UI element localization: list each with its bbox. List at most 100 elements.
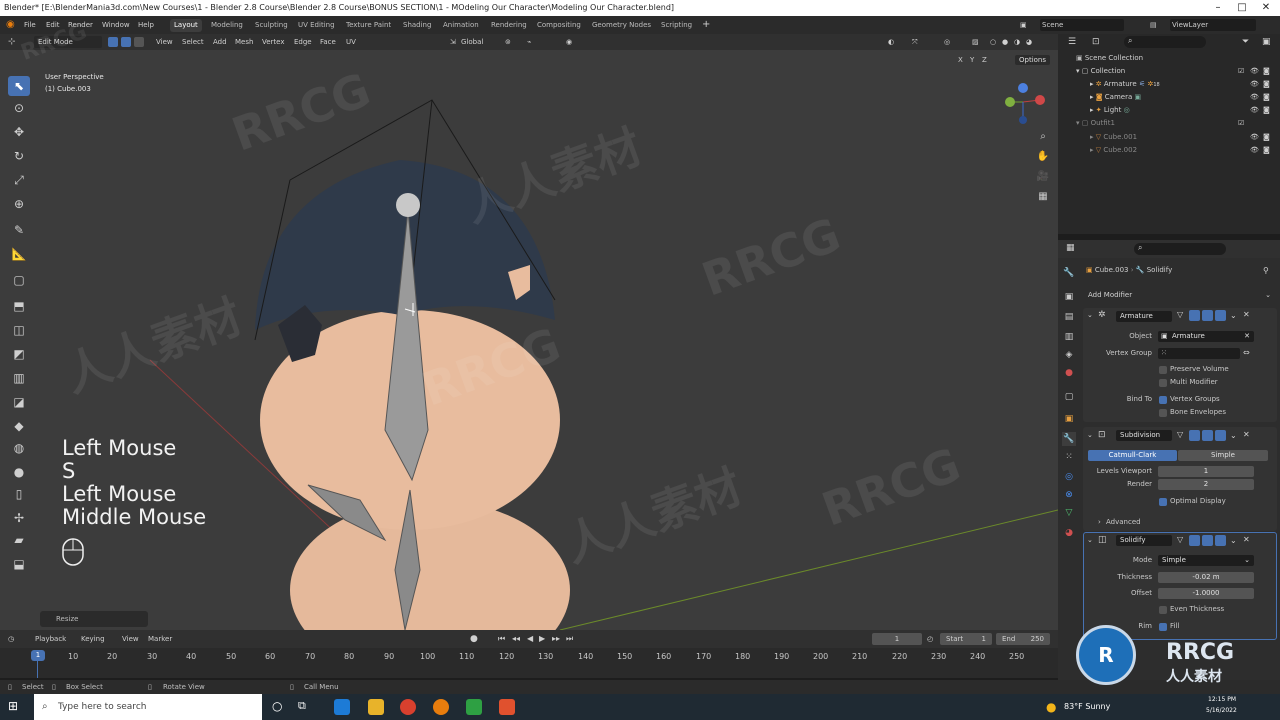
optimal-display-checkbox[interactable] [1159,498,1167,506]
render-tab-icon[interactable]: ▣ [1062,290,1076,304]
navigation-gizmo[interactable] [996,80,1050,126]
timeline-view[interactable]: View [122,630,139,648]
menu-help[interactable]: Help [138,16,154,34]
menu-file[interactable]: File [24,16,36,34]
eye-icon[interactable]: 👁 [1250,144,1259,157]
add-modifier-button[interactable]: Add Modifier ⌄ [1083,288,1277,302]
viewport-icon[interactable] [1202,535,1213,546]
shading-solid-icon[interactable]: ● [1002,34,1008,50]
playhead[interactable]: 1 [31,650,45,661]
menu-mesh[interactable]: Mesh [235,34,253,50]
select-box-tool-icon[interactable]: ⬉ [8,76,30,96]
tab-sculpting[interactable]: Sculpting [251,19,292,32]
dropdown-icon[interactable]: ⌄ [1230,431,1237,440]
invert-icon[interactable]: ⇔ [1243,348,1250,357]
tab-scripting[interactable]: Scripting [657,19,696,32]
smooth-tool-icon[interactable]: ● [8,462,30,482]
mode-select[interactable]: Simple ⌄ [1158,555,1254,566]
modifier-tab-icon[interactable]: 🔧 [1062,432,1076,446]
annotate-tool-icon[interactable]: ✎ [8,220,30,240]
rotate-tool-icon[interactable]: ↻ [8,146,30,166]
tab-shading[interactable]: Shading [399,19,435,32]
xray-icon[interactable]: ▨ [972,34,979,50]
scene-collection-row[interactable]: ▣ Scene Collection [1076,52,1143,65]
solidify-modifier-name[interactable]: Solidify [1116,535,1172,546]
preserve-volume-checkbox[interactable] [1159,366,1167,374]
expand-icon[interactable]: › [1098,518,1101,526]
cursor-tool-icon[interactable]: ⊙ [8,98,30,118]
physics-tab-icon[interactable]: ◎ [1062,470,1076,484]
measure-tool-icon[interactable]: 📐 [8,244,30,264]
perspective-toggle-icon[interactable]: ▦ [1036,190,1050,204]
blender-logo-icon[interactable]: ◉ [6,16,15,34]
transform-tool-icon[interactable]: ⊕ [8,194,30,214]
shading-rendered-icon[interactable]: ◕ [1026,34,1032,50]
new-collection-icon[interactable]: ▣ [1262,37,1271,47]
clock-time[interactable]: 12:15 PM [1208,696,1236,703]
play-icon[interactable]: ▶ [539,630,545,648]
task-view-icon[interactable]: ⧉ [298,699,306,713]
end-frame-field[interactable]: End 250 [996,633,1050,645]
menu-vertex[interactable]: Vertex [262,34,285,50]
add-cube-tool-icon[interactable]: ▢ [8,270,30,290]
material-tab-icon[interactable]: ◕ [1062,526,1076,540]
properties-editor-icon[interactable]: ▦ [1066,243,1075,253]
cortana-icon[interactable]: ○ [272,699,282,713]
thickness-field[interactable]: -0.02 m [1158,572,1254,583]
collapse-icon[interactable]: ⌄ [1087,311,1093,319]
jump-end-icon[interactable]: ⏭ [566,630,573,648]
outliner-item[interactable]: ▸ ✦ Light ◎ [1090,104,1130,117]
poly-build-tool-icon[interactable]: ◆ [8,416,30,436]
windows-start-icon[interactable]: ⊞ [8,699,18,713]
eye-icon[interactable]: 👁 [1250,78,1259,91]
levels-viewport-field[interactable]: 1 [1158,466,1254,477]
dropdown-icon[interactable]: ⌄ [1230,311,1237,320]
move-tool-icon[interactable]: ✥ [8,122,30,142]
subdivision-modifier-name[interactable]: Subdivision [1116,430,1172,441]
render-levels-field[interactable]: 2 [1158,479,1254,490]
pivot-icon[interactable]: ⊚ [505,34,511,50]
edge-browser-icon[interactable] [334,699,350,715]
clear-icon[interactable]: ✕ [1244,331,1250,342]
tab-modeling[interactable]: Modeling [207,19,247,32]
outliner-search-input[interactable]: ⌕ [1124,36,1206,48]
camera-render-icon[interactable]: ◙ [1263,144,1270,157]
visibility-icon[interactable]: ◐ [888,34,894,50]
pan-hand-icon[interactable]: ✋ [1036,150,1050,164]
tab-animation[interactable]: Animation [439,19,483,32]
editor-type-icon[interactable]: ⊹ [8,34,16,50]
inset-tool-icon[interactable]: ◫ [8,320,30,340]
eye-icon[interactable]: 👁 [1250,131,1259,144]
menu-edge[interactable]: Edge [294,34,312,50]
render-icon[interactable] [1215,535,1226,546]
editmode-icon[interactable]: ▽ [1177,535,1183,544]
timeline-playback[interactable]: Playback [35,630,66,648]
world-tab-icon[interactable]: ● [1062,366,1076,380]
gizmo-icon[interactable]: ⤧ [912,34,918,50]
cage-icon[interactable] [1189,310,1200,321]
outliner-item[interactable]: ▸ ▽ Cube.002 [1090,144,1137,157]
spin-tool-icon[interactable]: ◍ [8,438,30,458]
scene-tab-icon[interactable]: ◈ [1062,348,1076,362]
options-button[interactable]: Options [1015,55,1051,65]
face-select-icon[interactable] [134,37,144,47]
rim-fill-checkbox[interactable] [1159,623,1167,631]
close-icon[interactable]: ✕ [1243,310,1250,319]
taskbar-search[interactable]: ⌕ Type here to search [34,694,262,720]
particles-tab-icon[interactable]: ⁙ [1062,450,1076,464]
collection-row[interactable]: ▾ ▢ Collection [1076,65,1125,78]
close-icon[interactable]: ✕ [1254,0,1278,16]
pin-icon[interactable]: ⚲ [1263,266,1269,275]
bevel-tool-icon[interactable]: ◩ [8,344,30,364]
timeline-area[interactable]: 1 10 20 30 40 50 60 70 80 90 100 110 120… [0,648,1058,678]
viewport-icon[interactable] [1202,310,1213,321]
collapse-icon[interactable]: ⌄ [1087,536,1093,544]
checkbox-icon[interactable]: ☑ [1238,117,1244,130]
weather-text[interactable]: 83°F Sunny [1064,702,1110,711]
tab-texture-paint[interactable]: Texture Paint [342,19,395,32]
even-thickness-checkbox[interactable] [1159,606,1167,614]
outliner-item[interactable]: ▸ ▽ Cube.001 [1090,131,1137,144]
eye-icon[interactable]: 👁 [1250,104,1259,117]
render-icon[interactable] [1215,430,1226,441]
menu-window[interactable]: Window [102,16,130,34]
